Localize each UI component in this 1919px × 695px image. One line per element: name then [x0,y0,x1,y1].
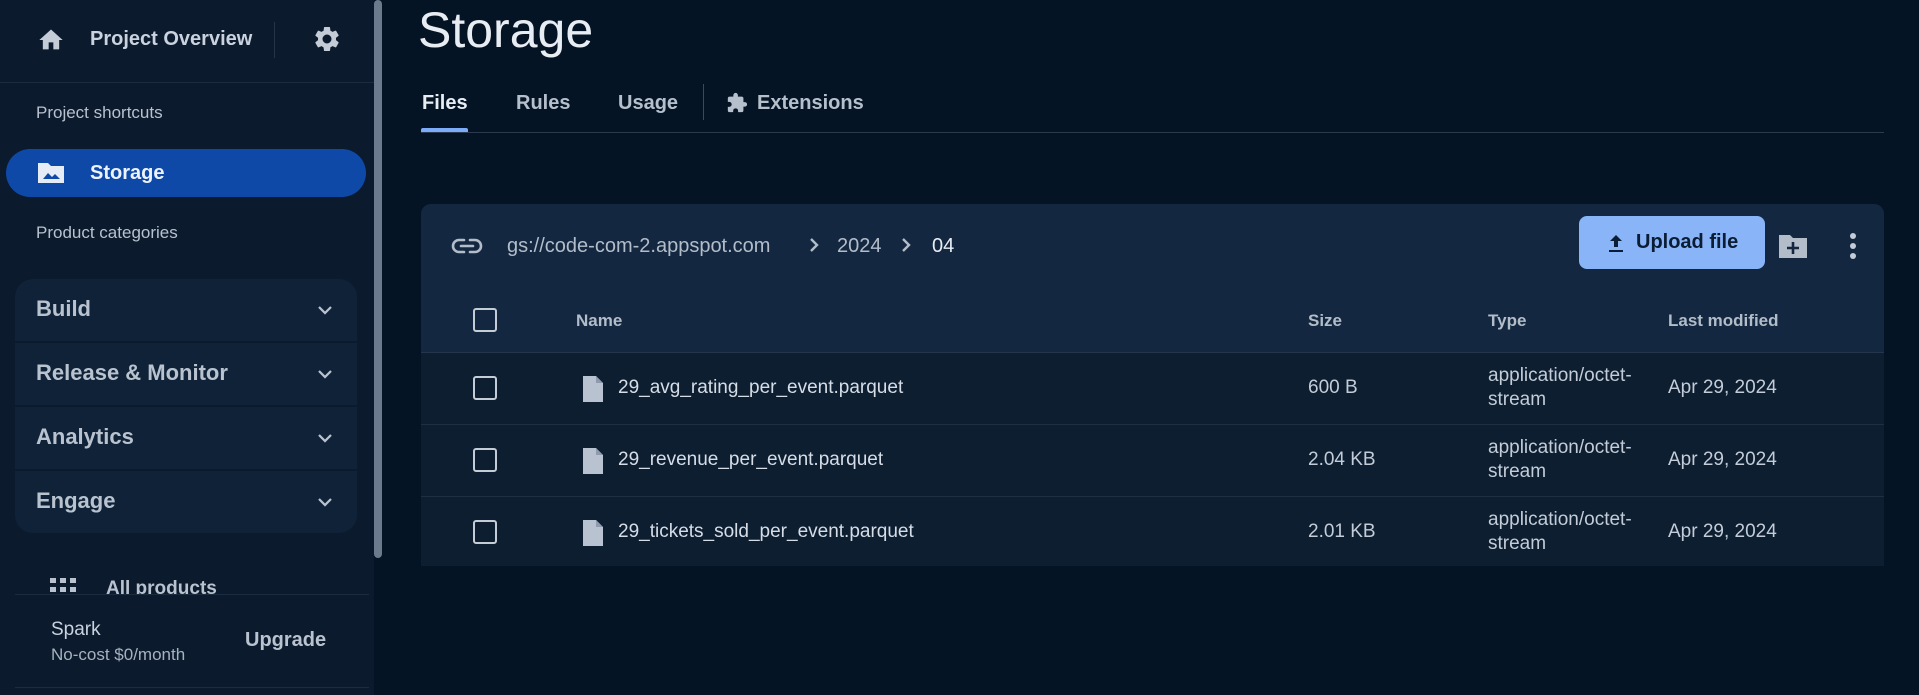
category-label: Analytics [36,424,134,449]
chevron-down-icon [318,434,332,443]
project-overview-link[interactable]: Project Overview [90,28,252,51]
tab-rules[interactable]: Rules [516,92,570,115]
plan-footer: Spark No-cost $0/month Upgrade [15,594,369,688]
file-name-link[interactable]: 29_avg_rating_per_event.parquet [618,377,903,399]
file-name-link[interactable]: 29_revenue_per_event.parquet [618,449,883,471]
column-size[interactable]: Size [1308,311,1342,331]
file-type: application/octet-stream [1488,436,1658,484]
sidebar: Project Overview Project shortcuts Stora… [0,0,374,695]
chevron-down-icon [318,306,332,315]
tab-divider [703,84,704,120]
file-icon [583,448,603,474]
category-analytics[interactable]: Analytics [15,407,357,471]
chevron-right-icon [902,238,911,252]
sidebar-item-label: Storage [90,162,165,184]
table-header: Name Size Type Last modified [421,288,1884,353]
divider [274,22,275,58]
category-label: Build [36,296,91,321]
plan-name: Spark [51,619,101,640]
column-type[interactable]: Type [1488,311,1526,331]
sidebar-header: Project Overview [0,0,374,83]
plan-price: No-cost $0/month [51,645,186,664]
category-label: Engage [36,488,116,513]
file-type: application/octet-stream [1488,364,1658,412]
active-tab-indicator [421,128,468,132]
file-type-line: stream [1488,461,1547,482]
file-type-line: application/octet- [1488,365,1632,386]
file-size: 2.01 KB [1308,521,1376,542]
tab-usage[interactable]: Usage [618,92,678,115]
row-checkbox[interactable] [473,376,497,400]
file-name-link[interactable]: 29_tickets_sold_per_event.parquet [618,521,914,543]
file-icon [583,520,603,546]
file-type-line: application/octet- [1488,437,1632,458]
tab-bar: Files Rules Usage Extensions [421,80,1884,133]
chevron-down-icon [318,370,332,379]
column-name[interactable]: Name [576,311,622,331]
home-icon[interactable] [36,26,66,54]
category-release-monitor[interactable]: Release & Monitor [15,343,357,407]
column-last-modified[interactable]: Last modified [1668,311,1779,331]
file-size: 600 B [1308,377,1358,398]
row-checkbox[interactable] [473,520,497,544]
chevron-down-icon [318,498,332,507]
file-type-line: application/octet- [1488,509,1632,530]
upload-file-button[interactable]: Upload file [1579,216,1765,269]
photo-folder-icon [38,163,64,183]
table-row[interactable]: 29_avg_rating_per_event.parquet 600 B ap… [421,353,1884,425]
upload-file-label: Upload file [1636,231,1739,253]
file-modified: Apr 29, 2024 [1668,449,1777,470]
more-vert-icon[interactable] [1849,232,1857,260]
select-all-checkbox[interactable] [473,308,497,332]
chevron-right-icon [810,238,819,252]
shortcuts-heading: Project shortcuts [36,103,163,122]
file-icon [583,376,603,402]
sidebar-item-storage[interactable]: Storage [6,149,366,197]
browser-toolbar: gs://code-com-2.appspot.com 2024 04 Uplo… [421,204,1884,289]
file-browser: gs://code-com-2.appspot.com 2024 04 Uplo… [421,204,1884,566]
file-type: application/octet-stream [1488,508,1658,556]
table-row[interactable]: 29_tickets_sold_per_event.parquet 2.01 K… [421,497,1884,566]
file-type-line: stream [1488,533,1547,554]
file-modified: Apr 29, 2024 [1668,521,1777,542]
upload-icon [1609,235,1623,252]
upgrade-button[interactable]: Upgrade [245,629,326,652]
gear-icon[interactable] [312,24,342,54]
link-icon[interactable] [451,234,483,258]
category-label: Release & Monitor [36,360,228,385]
file-type-line: stream [1488,389,1547,410]
tab-files[interactable]: Files [422,92,468,115]
create-folder-icon[interactable] [1777,232,1809,260]
category-engage[interactable]: Engage [15,471,357,533]
breadcrumb-2024[interactable]: 2024 [837,235,882,258]
row-checkbox[interactable] [473,448,497,472]
category-list: Build Release & Monitor Analytics Engage [15,279,357,533]
file-modified: Apr 29, 2024 [1668,377,1777,398]
file-size: 2.04 KB [1308,449,1376,470]
page-title: Storage [418,2,594,58]
table-row[interactable]: 29_revenue_per_event.parquet 2.04 KB app… [421,425,1884,497]
category-build[interactable]: Build [15,279,357,343]
sidebar-scrollbar[interactable] [374,0,382,558]
tab-extensions[interactable]: Extensions [757,92,864,115]
extension-icon [727,92,748,113]
breadcrumb-current: 04 [932,235,955,257]
categories-heading: Product categories [36,223,178,242]
breadcrumb-bucket[interactable]: gs://code-com-2.appspot.com [507,235,770,258]
